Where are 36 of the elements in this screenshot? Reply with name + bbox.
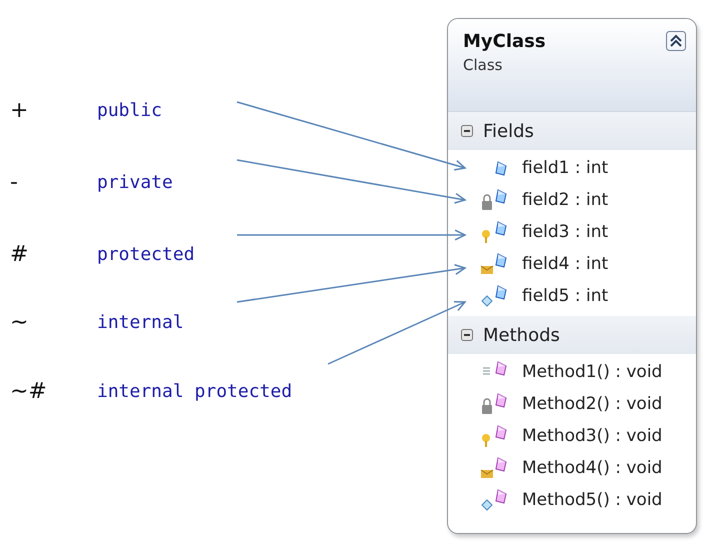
field-icon (480, 188, 508, 212)
compartment-title: Methods (483, 324, 560, 346)
method-icon (480, 456, 508, 480)
access-keyword: internal (97, 312, 184, 333)
member-label: Method4() : void (522, 458, 662, 478)
member-label: Method2() : void (522, 394, 662, 414)
field-icon (495, 160, 507, 176)
method-icon (480, 488, 508, 512)
field-icon (480, 252, 508, 276)
member-label: field1 : int (522, 158, 608, 178)
access-keyword: internal protected (97, 380, 292, 402)
minus-toggle-icon[interactable] (461, 125, 473, 137)
method-icon (480, 392, 508, 416)
access-symbol: ~ (9, 310, 30, 335)
member-label: field4 : int (522, 254, 608, 274)
member-label: Method1() : void (522, 362, 662, 382)
class-type: Class (463, 56, 504, 74)
access-symbol: ~# (9, 378, 48, 404)
access-keyword: private (97, 172, 173, 192)
collapse-toggle-icon[interactable] (666, 31, 686, 51)
access-keyword: protected (97, 244, 195, 264)
member-label: field3 : int (522, 222, 608, 242)
member-label: field5 : int (522, 286, 608, 306)
method-icon (480, 424, 508, 448)
access-symbol: + (9, 98, 30, 122)
access-symbol: # (9, 242, 30, 266)
access-symbol: - (9, 170, 19, 194)
compartment-title: Fields (483, 120, 534, 142)
member-label: Method3() : void (522, 426, 662, 446)
member-label: field2 : int (522, 190, 608, 210)
field-icon (480, 220, 508, 244)
minus-toggle-icon[interactable] (461, 329, 473, 341)
field-icon (480, 284, 508, 308)
class-name: MyClass (463, 31, 546, 52)
access-keyword: public (97, 100, 162, 120)
member-label: Method5() : void (522, 490, 662, 510)
